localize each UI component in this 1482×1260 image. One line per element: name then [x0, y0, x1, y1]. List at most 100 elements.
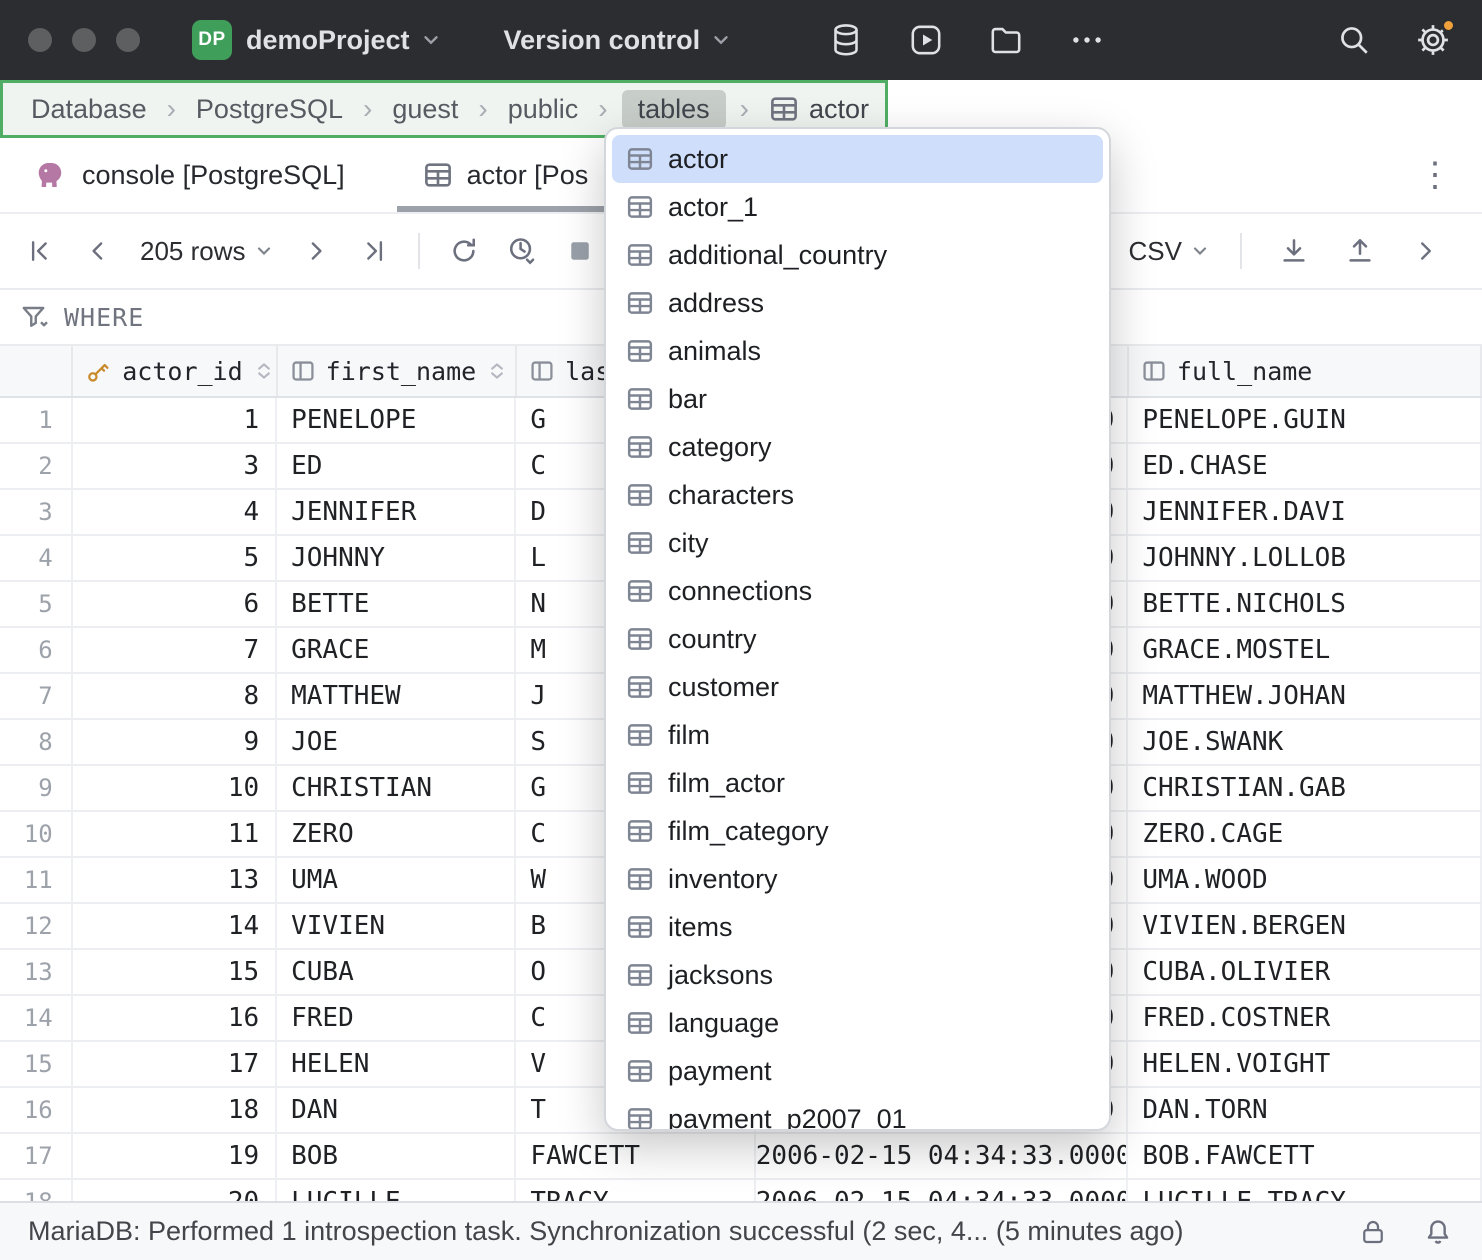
cell-actor-id[interactable]: 19 [73, 1134, 277, 1178]
cell-actor-id[interactable]: 4 [73, 490, 277, 534]
popup-item[interactable]: inventory [612, 855, 1103, 903]
cell-last-update[interactable]: 2006-02-15 04:34:33.000000 [756, 1180, 1129, 1201]
cell-first-name[interactable]: ZERO [277, 812, 516, 856]
cell-full-name[interactable]: CUBA.OLIVIER [1128, 950, 1482, 994]
row-number-cell[interactable]: 6 [0, 628, 73, 672]
cell-full-name[interactable]: MATTHEW.JOHAN [1128, 674, 1482, 718]
row-number-cell[interactable]: 8 [0, 720, 73, 764]
cell-first-name[interactable]: CUBA [277, 950, 516, 994]
run-services-icon[interactable] [908, 22, 944, 58]
import-upload-button[interactable] [1338, 229, 1382, 273]
row-number-cell[interactable]: 13 [0, 950, 73, 994]
cell-actor-id[interactable]: 18 [73, 1088, 277, 1132]
row-number-cell[interactable]: 7 [0, 674, 73, 718]
popup-item[interactable]: film_category [612, 807, 1103, 855]
cell-first-name[interactable]: LUCILLE [277, 1180, 516, 1201]
breadcrumb-item-actor[interactable]: actor [763, 91, 875, 128]
search-everywhere-icon[interactable] [1336, 22, 1372, 58]
cell-full-name[interactable]: VIVIEN.BERGEN [1128, 904, 1482, 948]
zoom-window-button[interactable] [116, 28, 140, 52]
project-selector[interactable]: demoProject [246, 25, 442, 56]
cell-first-name[interactable]: CHRISTIAN [277, 766, 516, 810]
cell-first-name[interactable]: JENNIFER [277, 490, 516, 534]
cell-full-name[interactable]: JOE.SWANK [1128, 720, 1482, 764]
row-number-cell[interactable]: 3 [0, 490, 73, 534]
cell-actor-id[interactable]: 9 [73, 720, 277, 764]
popup-item[interactable]: additional_country [612, 231, 1103, 279]
cell-full-name[interactable]: BOB.FAWCETT [1128, 1134, 1482, 1178]
row-number-cell[interactable]: 10 [0, 812, 73, 856]
cell-full-name[interactable]: PENELOPE.GUIN [1128, 398, 1482, 442]
cell-first-name[interactable]: MATTHEW [277, 674, 516, 718]
popup-item[interactable]: actor_1 [612, 183, 1103, 231]
tab-console-postgresql[interactable]: console [PostgreSQL] [6, 138, 371, 212]
row-number-cell[interactable]: 16 [0, 1088, 73, 1132]
cell-actor-id[interactable]: 10 [73, 766, 277, 810]
cell-first-name[interactable]: UMA [277, 858, 516, 902]
row-number-cell[interactable]: 11 [0, 858, 73, 902]
vcs-widget[interactable]: Version control [504, 25, 733, 56]
cell-full-name[interactable]: HELEN.VOIGHT [1128, 1042, 1482, 1086]
breadcrumb-item-guest[interactable]: guest [386, 91, 464, 128]
database-tool-icon[interactable] [828, 22, 864, 58]
cell-last-update[interactable]: 2006-02-15 04:34:33.000000 [756, 1134, 1129, 1178]
previous-page-button[interactable] [76, 229, 120, 273]
cell-actor-id[interactable]: 16 [73, 996, 277, 1040]
cell-first-name[interactable]: PENELOPE [277, 398, 516, 442]
cell-first-name[interactable]: FRED [277, 996, 516, 1040]
cell-actor-id[interactable]: 3 [73, 444, 277, 488]
popup-item[interactable]: address [612, 279, 1103, 327]
cell-actor-id[interactable]: 7 [73, 628, 277, 672]
minimize-window-button[interactable] [72, 28, 96, 52]
cell-full-name[interactable]: JOHNNY.LOLLOB [1128, 536, 1482, 580]
popup-item[interactable]: actor [612, 135, 1103, 183]
cell-first-name[interactable]: BOB [277, 1134, 516, 1178]
row-number-cell[interactable]: 1 [0, 398, 73, 442]
page-size-dropdown[interactable]: 205 rows [134, 236, 280, 267]
row-number-cell[interactable]: 15 [0, 1042, 73, 1086]
cell-actor-id[interactable]: 17 [73, 1042, 277, 1086]
settings-button[interactable] [1414, 21, 1452, 59]
popup-item[interactable]: payment_p2007_01 [612, 1095, 1103, 1131]
cell-actor-id[interactable]: 15 [73, 950, 277, 994]
more-actions-icon[interactable] [1068, 21, 1106, 59]
cell-full-name[interactable]: FRED.COSTNER [1128, 996, 1482, 1040]
breadcrumb-item-tables[interactable]: tables [622, 90, 726, 129]
cell-actor-id[interactable]: 11 [73, 812, 277, 856]
tab-options-kebab-icon[interactable]: ⋮ [1418, 158, 1482, 192]
cell-actor-id[interactable]: 1 [73, 398, 277, 442]
cell-actor-id[interactable]: 20 [73, 1180, 277, 1201]
cell-first-name[interactable]: ED [277, 444, 516, 488]
cell-actor-id[interactable]: 14 [73, 904, 277, 948]
cell-full-name[interactable]: LUCILLE.TRACY [1128, 1180, 1482, 1201]
breadcrumb-item-public[interactable]: public [502, 91, 585, 128]
popup-item[interactable]: bar [612, 375, 1103, 423]
row-number-cell[interactable]: 18 [0, 1180, 73, 1201]
column-header-first-name[interactable]: first_name [278, 346, 517, 396]
cell-first-name[interactable]: HELEN [277, 1042, 516, 1086]
export-download-button[interactable] [1272, 229, 1316, 273]
row-number-cell[interactable]: 17 [0, 1134, 73, 1178]
row-number-cell[interactable]: 9 [0, 766, 73, 810]
auto-refresh-clock-button[interactable] [500, 229, 544, 273]
cell-full-name[interactable]: ZERO.CAGE [1128, 812, 1482, 856]
cell-actor-id[interactable]: 8 [73, 674, 277, 718]
cell-full-name[interactable]: JENNIFER.DAVI [1128, 490, 1482, 534]
notifications-bell-icon[interactable] [1422, 1216, 1454, 1248]
cell-actor-id[interactable]: 6 [73, 582, 277, 626]
cell-first-name[interactable]: VIVIEN [277, 904, 516, 948]
popup-item[interactable]: film_actor [612, 759, 1103, 807]
breadcrumb-item-postgresql[interactable]: PostgreSQL [190, 91, 349, 128]
last-page-button[interactable] [352, 229, 396, 273]
next-page-button[interactable] [294, 229, 338, 273]
popup-item[interactable]: payment [612, 1047, 1103, 1095]
popup-item[interactable]: language [612, 999, 1103, 1047]
cell-first-name[interactable]: JOE [277, 720, 516, 764]
row-number-cell[interactable]: 5 [0, 582, 73, 626]
row-number-cell[interactable]: 4 [0, 536, 73, 580]
popup-item[interactable]: items [612, 903, 1103, 951]
cell-full-name[interactable]: GRACE.MOSTEL [1128, 628, 1482, 672]
cell-full-name[interactable]: ED.CHASE [1128, 444, 1482, 488]
cell-first-name[interactable]: GRACE [277, 628, 516, 672]
cell-last-name[interactable]: FAWCETT [516, 1134, 755, 1178]
